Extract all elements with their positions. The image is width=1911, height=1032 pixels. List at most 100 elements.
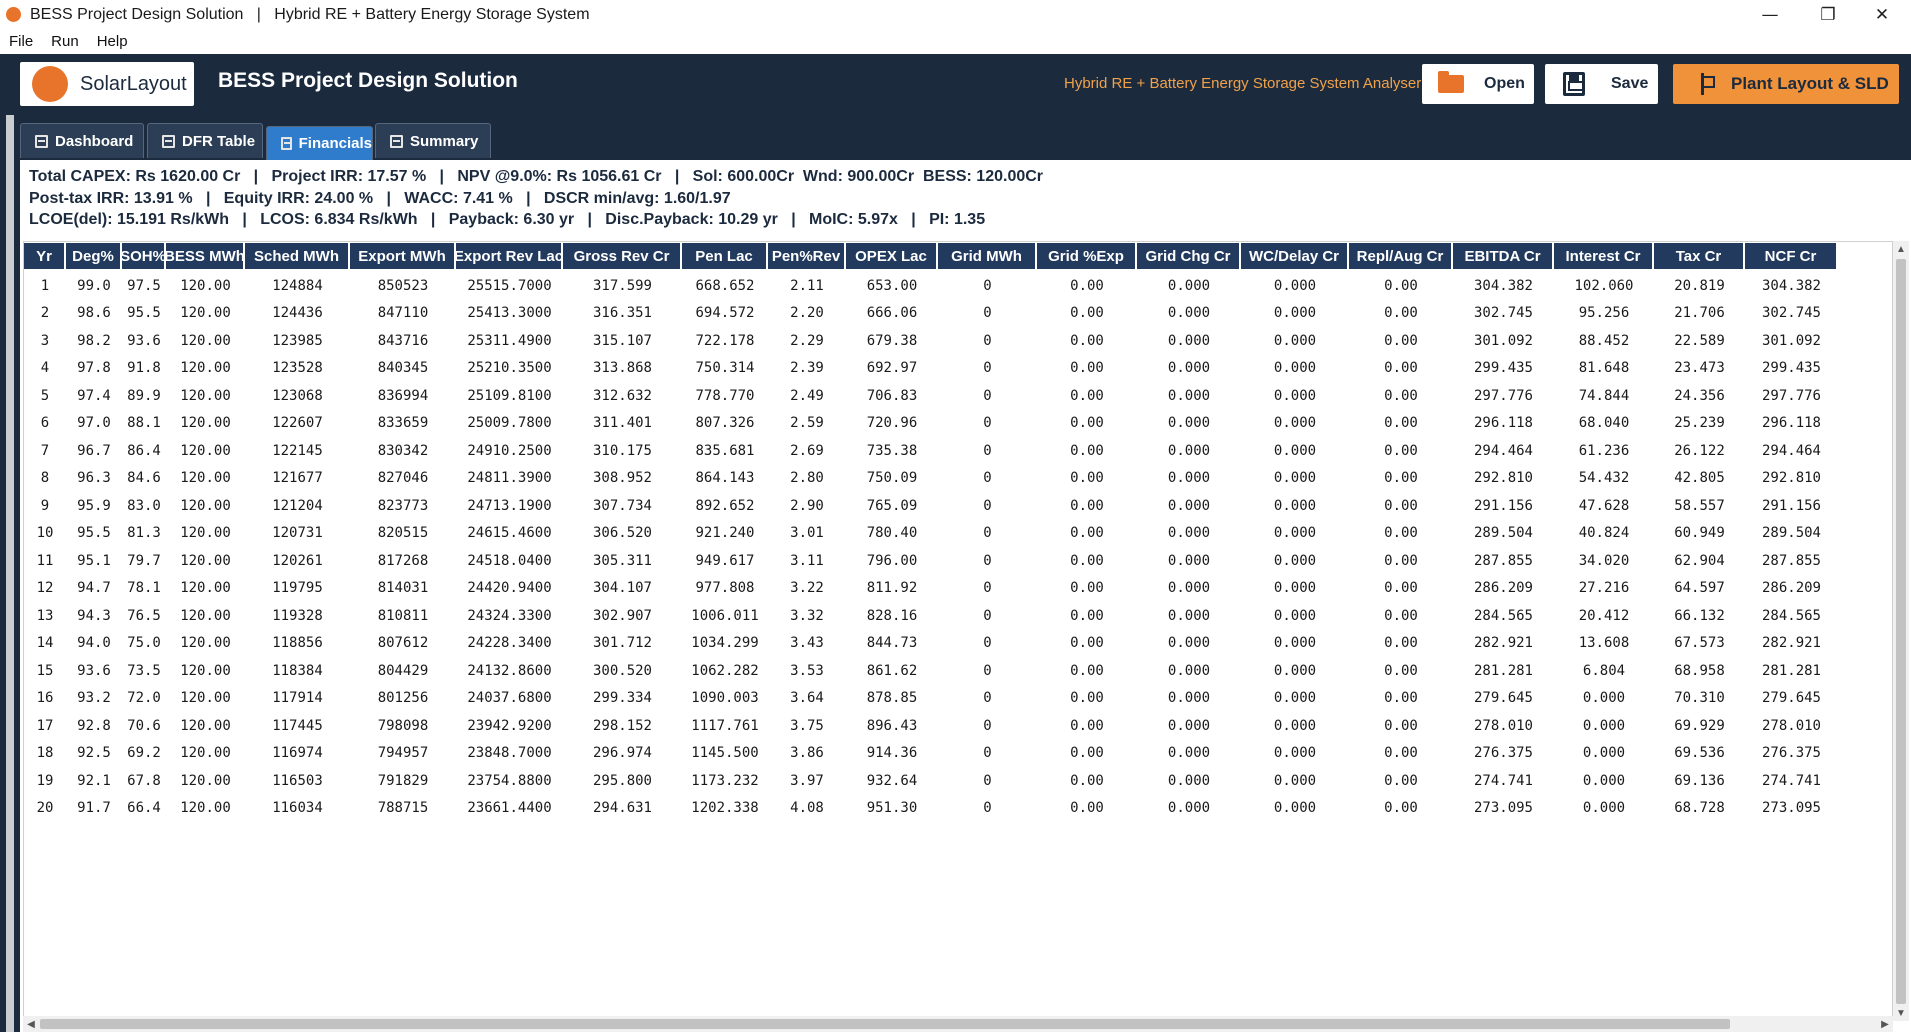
table-cell: 0.00: [1070, 470, 1104, 487]
maximize-button[interactable]: ❐: [1799, 0, 1857, 29]
table-cell: 0.000: [1273, 662, 1317, 679]
table-cell: 123068: [272, 387, 323, 404]
menu-run[interactable]: Run: [51, 33, 79, 50]
table-cell: 291.156: [1761, 497, 1821, 514]
table-cell: 295.800: [592, 772, 652, 789]
table-cell: 299.435: [1473, 360, 1533, 377]
table-cell: 281.281: [1473, 662, 1533, 679]
column-header[interactable]: OPEX Lac: [846, 243, 938, 269]
table-row[interactable]: 15 93.6 73.5 120.00 118384 804429 24132.8600 30…: [24, 657, 1838, 685]
column-header[interactable]: Deg%: [66, 243, 122, 269]
table-cell: 0.000: [1273, 745, 1317, 762]
table-cell: 921.240: [695, 525, 755, 542]
app-header: SolarLayout BESS Project Design Solution…: [0, 54, 1911, 115]
column-header[interactable]: Grid MWh: [938, 243, 1037, 269]
table-row[interactable]: 1 99.0 97.5 120.00 124884 850523 25515.7000 317…: [24, 272, 1838, 300]
menu-help[interactable]: Help: [97, 33, 128, 50]
table-row[interactable]: 2 98.6 95.5 120.00 124436 847110 25413.3000 316…: [24, 300, 1838, 328]
table-row[interactable]: 7 96.7 86.4 120.00 122145 830342 24910.2500 310…: [24, 437, 1838, 465]
column-header[interactable]: Grid %Exp: [1037, 243, 1137, 269]
column-header[interactable]: Repl/Aug Cr: [1349, 243, 1453, 269]
table-cell: 3.64: [790, 690, 824, 707]
column-header[interactable]: Interest Cr: [1554, 243, 1654, 269]
column-header[interactable]: Tax Cr: [1654, 243, 1745, 269]
table-cell: 0.000: [1582, 800, 1626, 817]
table-cell: 27.216: [1578, 580, 1630, 597]
tab-financials[interactable]: Financials: [266, 126, 373, 160]
table-cell: 3.11: [790, 552, 824, 569]
table-row[interactable]: 6 97.0 88.1 120.00 122607 833659 25009.7800 311…: [24, 410, 1838, 438]
plant-layout-button[interactable]: Plant Layout & SLD: [1673, 64, 1899, 104]
table-cell: 4: [40, 360, 50, 377]
table-cell: 62.904: [1674, 552, 1725, 569]
table-cell: 820515: [377, 525, 429, 542]
table-cell: 278.010: [1761, 717, 1821, 734]
table-row[interactable]: 18 92.5 69.2 120.00 116974 794957 23848.7000 29…: [24, 740, 1838, 768]
horizontal-scrollbar[interactable]: ◀ ▶: [23, 1016, 1893, 1032]
table-row[interactable]: 12 94.7 78.1 120.00 119795 814031 24420.9400 30…: [24, 575, 1838, 603]
table-cell: 83.0: [127, 497, 161, 514]
column-header[interactable]: Pen Lac: [682, 243, 768, 269]
open-button[interactable]: Open: [1422, 64, 1534, 104]
window-title: BESS Project Design Solution | Hybrid RE…: [30, 5, 590, 23]
table-cell: 2.59: [790, 415, 824, 432]
table-cell: 95.9: [77, 497, 111, 514]
scroll-up-icon[interactable]: ▲: [1893, 241, 1909, 257]
table-icon: [162, 134, 175, 148]
tab-summary[interactable]: Summary: [375, 123, 491, 158]
column-header[interactable]: WC/Delay Cr: [1241, 243, 1349, 269]
table-cell: 301.712: [592, 635, 652, 652]
table-row[interactable]: 8 96.3 84.6 120.00 121677 827046 24811.3900 308…: [24, 465, 1838, 493]
column-header[interactable]: Export MWh: [350, 243, 456, 269]
column-header[interactable]: SOH%: [122, 243, 166, 269]
table-cell: 281.281: [1761, 662, 1821, 679]
scroll-down-icon[interactable]: ▼: [1893, 1005, 1909, 1021]
table-cell: 796.00: [866, 552, 918, 569]
scroll-left-icon[interactable]: ◀: [23, 1016, 39, 1032]
tab-dashboard[interactable]: Dashboard: [20, 123, 144, 158]
table-cell: 86.4: [127, 442, 161, 459]
minimize-button[interactable]: —: [1741, 0, 1799, 29]
column-header[interactable]: BESS MWh: [166, 243, 245, 269]
table-cell: 0.000: [1167, 497, 1211, 514]
scroll-right-icon[interactable]: ▶: [1877, 1016, 1893, 1032]
table-cell: 722.178: [695, 332, 755, 349]
column-header[interactable]: Pen%Rev: [768, 243, 846, 269]
menu-bar: File Run Help: [0, 29, 1911, 54]
column-header[interactable]: Export Rev Lac: [456, 243, 563, 269]
table-cell: 2.80: [790, 470, 824, 487]
table-row[interactable]: 20 91.7 66.4 120.00 116034 788715 23661.4400 29…: [24, 795, 1838, 823]
table-cell: 0.000: [1167, 607, 1211, 624]
save-button[interactable]: Save: [1545, 64, 1658, 104]
column-header[interactable]: Sched MWh: [245, 243, 350, 269]
table-cell: 0.000: [1582, 772, 1626, 789]
column-header[interactable]: NCF Cr: [1745, 243, 1838, 269]
table-cell: 668.652: [695, 277, 755, 294]
vertical-scrollbar[interactable]: ▲ ▼: [1893, 241, 1909, 1021]
column-header[interactable]: Gross Rev Cr: [563, 243, 682, 269]
horizontal-scroll-thumb[interactable]: [40, 1019, 1730, 1029]
table-cell: 1062.282: [691, 662, 759, 679]
column-header[interactable]: EBITDA Cr: [1453, 243, 1554, 269]
financials-table[interactable]: Yr Deg% SOH% BESS MWh Sched MWh Export MWh Exp…: [23, 241, 1893, 1021]
table-row[interactable]: 9 95.9 83.0 120.00 121204 823773 24713.1900 307…: [24, 492, 1838, 520]
table-row[interactable]: 10 95.5 81.3 120.00 120731 820515 24615.4600 30…: [24, 520, 1838, 548]
tab-dfr-table[interactable]: DFR Table: [147, 123, 263, 158]
table-row[interactable]: 4 97.8 91.8 120.00 123528 840345 25210.3500 313…: [24, 355, 1838, 383]
table-row[interactable]: 14 94.0 75.0 120.00 118856 807612 24228.3400 30…: [24, 630, 1838, 658]
menu-file[interactable]: File: [9, 33, 33, 50]
table-row[interactable]: 5 97.4 89.9 120.00 123068 836994 25109.8100 312…: [24, 382, 1838, 410]
table-row[interactable]: 13 94.3 76.5 120.00 119328 810811 24324.3300 30…: [24, 602, 1838, 630]
table-row[interactable]: 3 98.2 93.6 120.00 123985 843716 25311.4900 315…: [24, 327, 1838, 355]
table-row[interactable]: 17 92.8 70.6 120.00 117445 798098 23942.9200 29…: [24, 712, 1838, 740]
column-header[interactable]: Grid Chg Cr: [1137, 243, 1241, 269]
table-cell: 3.43: [790, 635, 824, 652]
table-row[interactable]: 16 93.2 72.0 120.00 117914 801256 24037.6800 29…: [24, 685, 1838, 713]
close-button[interactable]: ✕: [1853, 0, 1911, 29]
column-header[interactable]: Yr: [24, 243, 66, 269]
table-cell: 735.38: [866, 442, 918, 459]
table-row[interactable]: 11 95.1 79.7 120.00 120261 817268 24518.0400 30…: [24, 547, 1838, 575]
vertical-scroll-thumb[interactable]: [1896, 259, 1906, 1004]
table-cell: 274.741: [1473, 772, 1533, 789]
table-row[interactable]: 19 92.1 67.8 120.00 116503 791829 23754.8800 29…: [24, 767, 1838, 795]
